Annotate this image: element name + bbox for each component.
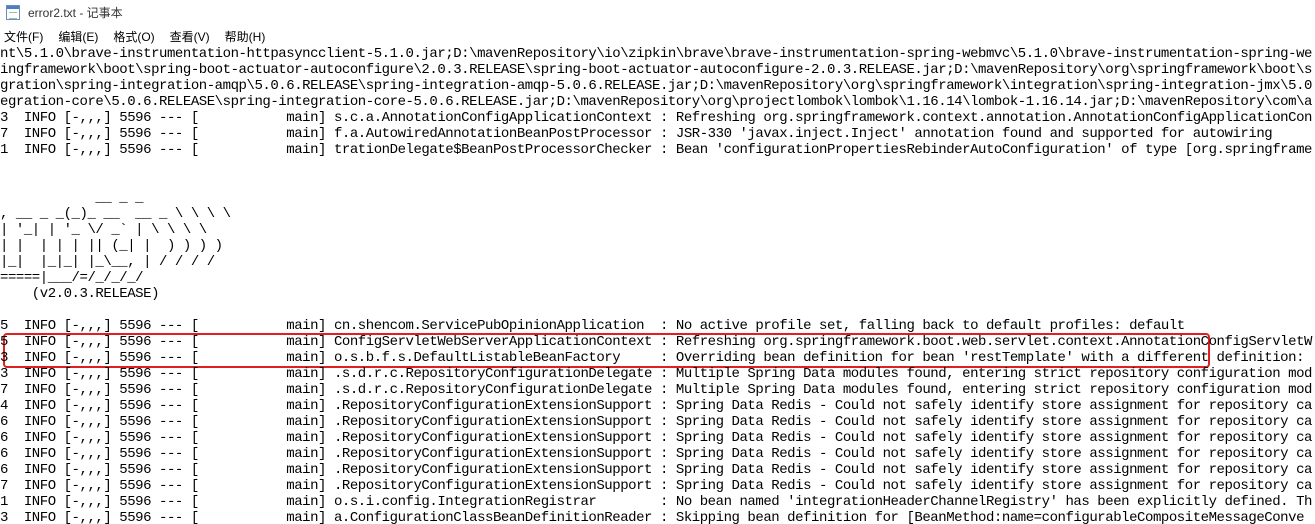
text-line: (v2.0.3.RELEASE) [0,286,160,302]
text-line: 1 INFO [-,,,] 5596 --- [ main] trationDe… [0,142,1312,158]
text-line: 3 INFO [-,,,] 5596 --- [ main] .s.d.r.c.… [0,366,1312,382]
text-line: 3 INFO [-,,,] 5596 --- [ main] a.Configu… [0,510,1305,524]
text-line: 5 INFO [-,,,] 5596 --- [ main] cn.shenco… [0,318,1185,334]
text-line: egration-core\5.0.6.RELEASE\spring-integ… [0,94,1312,110]
text-line: |_| |_|_| |_\__, | / / / / [0,254,215,270]
text-line: 7 INFO [-,,,] 5596 --- [ main] .s.d.r.c.… [0,382,1312,398]
menu-format[interactable]: 格式(O) [109,28,160,45]
text-line: 6 INFO [-,,,] 5596 --- [ main] .Reposito… [0,462,1312,478]
text-line: 6 INFO [-,,,] 5596 --- [ main] .Reposito… [0,430,1312,446]
window-title: error2.txt - 记事本 [28,5,123,20]
text-line: 5 INFO [-,,,] 5596 --- [ main] ConfigSer… [0,334,1312,350]
text-line: 6 INFO [-,,,] 5596 --- [ main] .Reposito… [0,446,1312,462]
menu-file[interactable]: 文件(F) [0,28,49,45]
menu-view[interactable]: 查看(V) [166,28,216,45]
notepad-icon [6,4,20,20]
text-line: 3 INFO [-,,,] 5596 --- [ main] s.c.a.Ann… [0,110,1312,126]
menu-bar: 文件(F) 编辑(E) 格式(O) 查看(V) 帮助(H) [0,25,1315,47]
text-line: =====|___/=/_/_/_/ [0,270,144,286]
text-line: , __ _ _(_)_ __ __ _ \ \ \ \ [0,206,231,222]
text-editor-area[interactable]: nt\5.1.0\brave-instrumentation-httpasync… [0,47,1315,524]
menu-edit[interactable]: 编辑(E) [54,28,104,45]
text-line: nt\5.1.0\brave-instrumentation-httpasync… [0,47,1312,62]
text-line: 4 INFO [-,,,] 5596 --- [ main] .Reposito… [0,398,1312,414]
text-line: | '_| | '_ \/ _` | \ \ \ \ [0,222,207,238]
text-line: 7 INFO [-,,,] 5596 --- [ main] f.a.Autow… [0,126,1273,142]
menu-help[interactable]: 帮助(H) [221,28,272,45]
text-line: ingframework\boot\spring-boot-actuator-a… [0,62,1312,78]
text-line: 3 INFO [-,,,] 5596 --- [ main] o.s.b.f.s… [0,350,1305,366]
text-line: | | | | | || (_| | ) ) ) ) [0,238,223,254]
title-bar: error2.txt - 记事本 [0,0,1315,24]
text-line: 1 INFO [-,,,] 5596 --- [ main] o.s.i.con… [0,494,1312,510]
text-line: gration\spring-integration-amqp\5.0.6.RE… [0,78,1312,94]
text-line: 7 INFO [-,,,] 5596 --- [ main] .Reposito… [0,478,1312,494]
text-line: __ _ _ [0,190,144,206]
text-line: 6 INFO [-,,,] 5596 --- [ main] .Reposito… [0,414,1312,430]
